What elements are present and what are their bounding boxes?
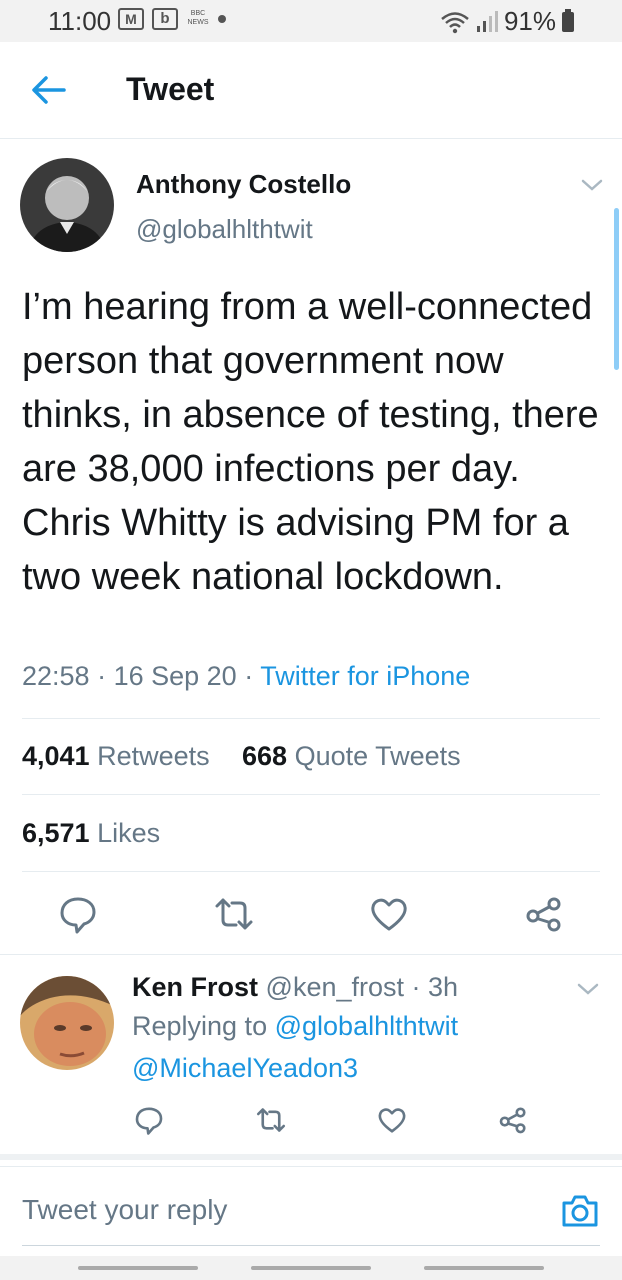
divider [0,1154,622,1160]
reply-reply-button[interactable] [134,1105,164,1135]
system-nav-bar [0,1256,622,1280]
meta-separator: · [97,661,114,691]
reply-author-avatar[interactable] [20,976,114,1070]
author-name[interactable]: Anthony Costello [136,169,351,200]
reply-share-button[interactable] [498,1105,528,1135]
reply-input[interactable]: Tweet your reply [22,1194,227,1226]
like-icon [378,1108,406,1133]
wifi-icon [441,11,469,33]
status-notification-icons: M b BBC NEWS [118,8,226,30]
reply-composer: Tweet your reply [0,1166,622,1257]
bbc-news-icon: BBC NEWS [187,10,209,26]
reply-button[interactable] [58,894,98,934]
status-time: 11:00 [48,6,112,36]
divider [22,871,600,872]
retweets-label: Retweets [97,741,210,771]
retweet-icon [256,1108,286,1132]
back-button[interactable] [28,72,68,108]
meta-separator: · [244,661,261,691]
retweet-icon [215,898,253,930]
author-avatar[interactable] [20,158,114,252]
more-notifications-dot-icon [218,15,226,23]
chevron-down-icon [581,179,603,191]
tweet-date: 16 Sep 20 [113,661,237,691]
page-title: Tweet [126,71,215,107]
retweets-count: 4,041 [22,741,90,771]
author-handle[interactable]: @globalhlthtwit [136,214,313,245]
status-right: 91% [440,6,574,37]
back-arrow-icon [32,76,66,104]
quotes-label: Quote Tweets [294,741,461,771]
retweet-stats[interactable]: 4,041 Retweets [22,741,210,772]
replying-to: Replying to @globalhlthtwit [132,1011,458,1042]
nav-back-handle[interactable] [424,1266,544,1270]
nav-home-handle[interactable] [251,1266,371,1270]
battery-percent: 91% [503,6,556,36]
likes-label: Likes [97,818,161,848]
tweet-time: 22:58 [22,661,90,691]
replying-to-link-1[interactable]: @globalhlthtwit [275,1011,459,1041]
tweet-text: I’m hearing from a well-connected person… [22,286,599,598]
tweet-source-link[interactable]: Twitter for iPhone [260,661,470,691]
share-button[interactable] [524,894,564,934]
like-button[interactable] [369,894,409,934]
reply-age: 3h [428,972,459,1002]
reply-header: Ken Frost @ken_frost · 3h [132,972,458,1003]
chevron-down-icon [577,983,599,995]
battery-icon [562,8,574,32]
tweet-menu-button[interactable] [580,178,604,192]
nav-recent-handle[interactable] [78,1266,198,1270]
camera-icon [562,1195,598,1227]
b-app-icon: b [152,8,178,30]
reply-author-handle[interactable]: @ken_frost [266,972,404,1002]
tweet-meta: 22:58 · 16 Sep 20 · Twitter for iPhone [22,661,470,692]
gmail-icon: M [118,8,144,30]
composer-underline [22,1245,600,1246]
divider [22,718,600,719]
replying-to-link-2[interactable]: @MichaelYeadon3 [132,1053,358,1084]
reply-menu-button[interactable] [576,982,600,996]
divider [0,954,622,955]
signal-icon [476,10,498,32]
reply-author-name[interactable]: Ken Frost [132,972,258,1002]
top-bar: Tweet [0,42,622,139]
quotes-count: 668 [242,741,288,771]
share-icon [499,1107,526,1134]
avatar-photo [20,158,114,252]
status-bar: 11:00 M b BBC NEWS 91% [0,0,622,42]
divider [22,794,600,795]
likes-count: 6,571 [22,818,90,848]
replying-to-prefix: Replying to [132,1011,268,1041]
reply-like-button[interactable] [377,1105,407,1135]
camera-button[interactable] [560,1191,600,1231]
likes-stats[interactable]: 6,571 Likes [22,818,160,849]
scroll-indicator [614,208,619,370]
like-icon [371,898,407,931]
reply-icon [135,1107,163,1135]
meta-separator: · [411,972,421,1002]
quote-stats[interactable]: 668 Quote Tweets [242,741,461,772]
reply-retweet-button[interactable] [256,1105,286,1135]
reply-icon [60,897,96,934]
share-icon [526,897,561,932]
retweet-button[interactable] [214,894,254,934]
avatar-photo [20,976,114,1070]
